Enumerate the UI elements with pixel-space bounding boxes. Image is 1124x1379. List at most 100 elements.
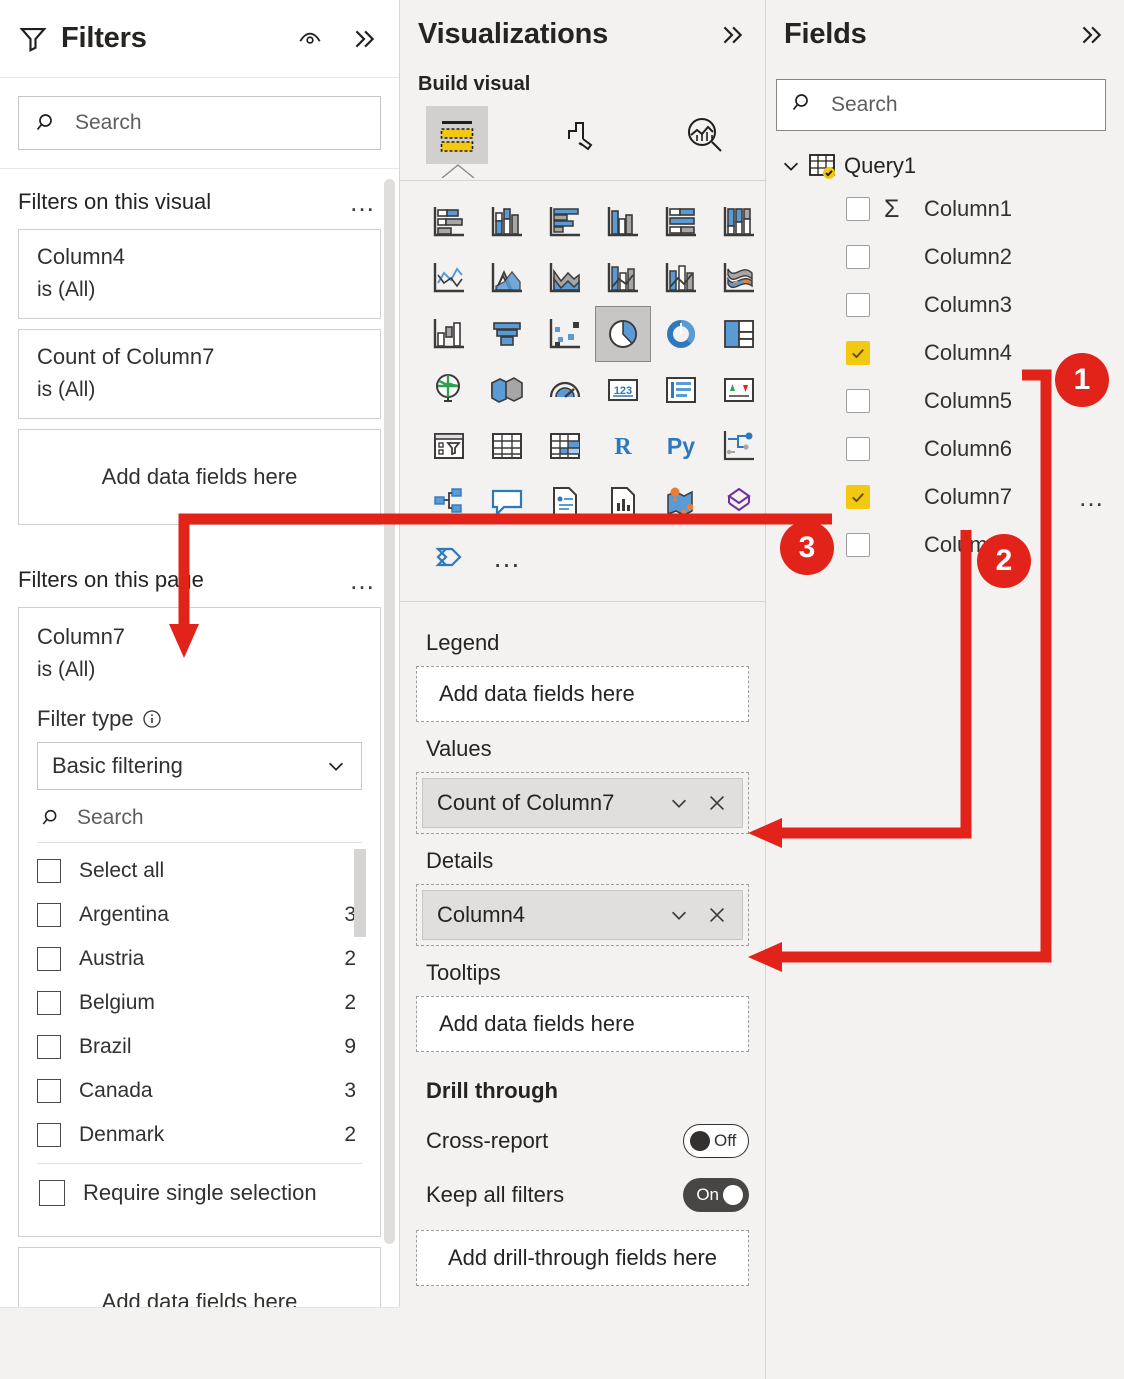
- tab-fields[interactable]: [426, 106, 488, 164]
- checkbox[interactable]: [39, 1180, 65, 1206]
- remove-field-icon[interactable]: [706, 792, 728, 814]
- field-row-column3[interactable]: Column3: [766, 281, 1124, 329]
- filters-search-input[interactable]: [75, 111, 364, 135]
- filter-type-dropdown[interactable]: Basic filtering: [37, 742, 362, 790]
- checkbox[interactable]: [37, 859, 61, 883]
- filters-scrollbar[interactable]: [384, 179, 395, 1244]
- double-chevron-right-icon[interactable]: [1078, 22, 1104, 48]
- fields-table-node[interactable]: Query1: [766, 131, 1124, 185]
- checkbox[interactable]: [846, 533, 870, 557]
- fields-search-box[interactable]: [776, 79, 1106, 131]
- visual-filters-drop-zone[interactable]: Add data fields here: [18, 429, 381, 525]
- checkbox[interactable]: [37, 1035, 61, 1059]
- filters-on-visual-menu[interactable]: …: [349, 197, 377, 207]
- power-automate-visual-icon[interactable]: [422, 531, 476, 585]
- tab-analytics[interactable]: [674, 106, 736, 164]
- kpi-icon[interactable]: [712, 363, 766, 417]
- remove-field-icon[interactable]: [706, 904, 728, 926]
- values-well[interactable]: Count of Column7: [416, 772, 749, 834]
- table-icon[interactable]: [480, 419, 534, 473]
- checkbox[interactable]: [37, 947, 61, 971]
- 100-stacked-column-chart-icon[interactable]: [712, 195, 766, 249]
- treemap-icon[interactable]: [712, 307, 766, 361]
- checkbox[interactable]: [846, 485, 870, 509]
- waterfall-chart-icon[interactable]: [422, 307, 476, 361]
- checkbox[interactable]: [846, 389, 870, 413]
- clustered-column-chart-icon[interactable]: [596, 195, 650, 249]
- tooltips-well-dropzone[interactable]: Add data fields here: [416, 996, 749, 1052]
- checkbox[interactable]: [37, 991, 61, 1015]
- card-icon[interactable]: 123: [596, 363, 650, 417]
- cross-report-toggle[interactable]: Off: [683, 1124, 749, 1158]
- pie-chart-icon[interactable]: [596, 307, 650, 361]
- chevron-down-icon[interactable]: [780, 155, 802, 177]
- stacked-bar-chart-icon[interactable]: [422, 195, 476, 249]
- chevron-down-icon[interactable]: [668, 904, 690, 926]
- filter-value-row[interactable]: Argentina 3: [37, 893, 362, 937]
- filter-card[interactable]: Count of Column7 is (All): [18, 329, 381, 419]
- filter-value-row[interactable]: Brazil 9: [37, 1025, 362, 1069]
- checkbox[interactable]: [846, 293, 870, 317]
- double-chevron-right-icon[interactable]: [719, 22, 745, 48]
- eye-icon[interactable]: [297, 26, 323, 52]
- checkbox[interactable]: [37, 1123, 61, 1147]
- filter-value-row[interactable]: Select all: [37, 849, 362, 893]
- field-row-column6[interactable]: Column6: [766, 425, 1124, 473]
- filled-map-icon[interactable]: [480, 363, 534, 417]
- values-field-chip[interactable]: Count of Column7: [422, 778, 743, 828]
- filters-search-box[interactable]: [18, 96, 381, 150]
- slicer-icon[interactable]: [422, 419, 476, 473]
- checkbox[interactable]: [846, 437, 870, 461]
- gauge-chart-icon[interactable]: [538, 363, 592, 417]
- values-scrollbar-thumb[interactable]: [354, 849, 366, 937]
- field-row-column5[interactable]: Column5: [766, 377, 1124, 425]
- checkbox[interactable]: [846, 341, 870, 365]
- fields-search-input[interactable]: [831, 93, 1091, 117]
- legend-well-dropzone[interactable]: Add data fields here: [416, 666, 749, 722]
- line-chart-icon[interactable]: [422, 251, 476, 305]
- toggle-on[interactable]: On: [683, 1178, 749, 1212]
- r-script-visual-icon[interactable]: R: [596, 419, 650, 473]
- key-influencers-icon[interactable]: [422, 475, 476, 529]
- filter-values-search[interactable]: [37, 790, 362, 843]
- double-chevron-right-icon[interactable]: [351, 26, 377, 52]
- ribbon-chart-icon[interactable]: [712, 251, 766, 305]
- smart-narrative-icon[interactable]: [596, 475, 650, 529]
- checkbox[interactable]: [37, 1079, 61, 1103]
- tab-format[interactable]: [550, 106, 612, 164]
- details-field-chip[interactable]: Column4: [422, 890, 743, 940]
- map-icon[interactable]: [422, 363, 476, 417]
- area-chart-icon[interactable]: [480, 251, 534, 305]
- powerapps-visual-icon[interactable]: [712, 475, 766, 529]
- values-scrollbar[interactable]: [354, 849, 366, 1129]
- stacked-column-chart-icon[interactable]: [480, 195, 534, 249]
- 100-stacked-bar-chart-icon[interactable]: [654, 195, 708, 249]
- field-row-column2[interactable]: Column2: [766, 233, 1124, 281]
- python-visual-icon[interactable]: Py: [654, 419, 708, 473]
- scatter-chart-icon[interactable]: [538, 307, 592, 361]
- info-icon[interactable]: [142, 709, 162, 729]
- field-row-column7[interactable]: Column7 …: [766, 473, 1124, 521]
- paginated-report-icon[interactable]: [538, 475, 592, 529]
- line-and-clustered-column-chart-icon[interactable]: [654, 251, 708, 305]
- matrix-icon[interactable]: [538, 419, 592, 473]
- drill-through-dropzone[interactable]: Add drill-through fields here: [416, 1230, 749, 1286]
- filter-card[interactable]: Column4 is (All): [18, 229, 381, 319]
- page-filter-card[interactable]: Column7 is (All) Filter type Basic filte…: [18, 607, 381, 1237]
- field-row-menu[interactable]: …: [1078, 493, 1106, 501]
- filter-value-row[interactable]: Canada 3: [37, 1069, 362, 1113]
- filters-scrollbar-thumb[interactable]: [384, 179, 395, 1244]
- toggle-off[interactable]: Off: [683, 1124, 749, 1158]
- more-visuals-button[interactable]: …: [480, 531, 536, 585]
- filter-value-row[interactable]: Denmark 2: [37, 1113, 362, 1157]
- chevron-down-icon[interactable]: [668, 792, 690, 814]
- filters-on-page-menu[interactable]: …: [349, 575, 377, 585]
- checkbox[interactable]: [846, 197, 870, 221]
- details-well[interactable]: Column4: [416, 884, 749, 946]
- multi-row-card-icon[interactable]: [654, 363, 708, 417]
- donut-chart-icon[interactable]: [654, 307, 708, 361]
- q-and-a-icon[interactable]: [480, 475, 534, 529]
- field-row-column1[interactable]: Σ Column1: [766, 185, 1124, 233]
- keep-all-filters-toggle[interactable]: On: [683, 1178, 749, 1212]
- arcgis-map-icon[interactable]: [654, 475, 708, 529]
